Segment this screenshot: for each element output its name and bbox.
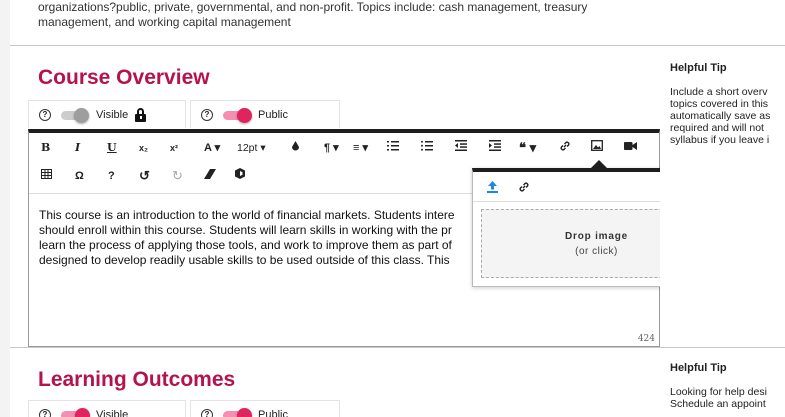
help-icon[interactable]: ? <box>201 108 213 121</box>
course-overview-title: Course Overview <box>38 66 210 89</box>
section-divider <box>10 347 660 348</box>
public-toggle-group: ? Public <box>190 400 340 417</box>
helpful-tip-title: Helpful Tip <box>670 62 727 74</box>
unordered-list-icon[interactable] <box>421 140 433 156</box>
learning-outcomes-title: Learning Outcomes <box>38 368 236 391</box>
public-label: Public <box>258 408 288 417</box>
public-toggle-group: ? Public <box>190 100 340 128</box>
public-toggle[interactable] <box>223 107 253 123</box>
italic-button[interactable]: I <box>75 140 80 156</box>
clear-formatting-icon[interactable] <box>204 168 216 184</box>
table-icon[interactable] <box>41 168 52 184</box>
help-icon[interactable]: ? <box>39 108 51 121</box>
character-count: 424 <box>637 334 655 344</box>
lock-icon <box>135 107 147 122</box>
underline-button[interactable]: U <box>107 140 117 156</box>
undo-icon[interactable]: ↺ <box>139 168 150 184</box>
paragraph-format-button[interactable]: ¶ ▾ <box>324 140 339 156</box>
upload-icon[interactable] <box>487 180 498 198</box>
sidebar-divider <box>660 347 785 348</box>
popup-arrow <box>591 160 607 168</box>
font-color-button[interactable]: A ▾ <box>204 140 220 156</box>
superscript-button[interactable]: x² <box>170 140 178 156</box>
bold-button[interactable]: B <box>41 140 50 156</box>
visible-toggle[interactable] <box>61 107 91 123</box>
section-divider <box>10 45 660 46</box>
visibility-toggle-group: ? Visible <box>28 400 186 417</box>
font-size-select[interactable]: 12pt ▾ <box>237 140 266 156</box>
quote-button[interactable]: ❝ ▾ <box>519 140 536 156</box>
syllabus-editor-page: organizations?public, private, governmen… <box>0 0 785 417</box>
public-label: Public <box>258 108 288 121</box>
outdent-icon[interactable] <box>455 140 467 156</box>
editor-toolbar-row-1: B I U x₂ x² A ▾ 12pt ▾ ¶ ▾ ≡ ▾ ❝ ▾ <box>29 135 659 161</box>
helpful-tip-text: Include a short overv topics covered in … <box>670 86 771 146</box>
helpful-tip-title: Helpful Tip <box>670 362 727 374</box>
align-button[interactable]: ≡ ▾ <box>353 140 368 156</box>
indent-icon[interactable] <box>489 140 501 156</box>
previous-section-description: organizations?public, private, governmen… <box>38 0 588 29</box>
visibility-toggle-group: ? Visible <box>28 100 186 128</box>
help-icon[interactable]: ? <box>201 408 213 417</box>
helpful-tip-text: Looking for help desi Schedule an appoin… <box>670 386 767 410</box>
link-icon[interactable] <box>559 140 571 156</box>
special-characters-icon[interactable]: Ω <box>75 168 84 184</box>
image-icon[interactable] <box>591 140 603 156</box>
video-icon[interactable] <box>624 140 637 156</box>
sidebar-divider <box>660 45 785 46</box>
visible-toggle[interactable] <box>61 407 91 417</box>
source-code-icon[interactable] <box>235 168 245 184</box>
help-icon[interactable]: ? <box>39 408 51 417</box>
help-button[interactable]: ? <box>108 168 115 184</box>
helpful-tips-sidebar: Helpful Tip Include a short overv topics… <box>660 0 785 417</box>
subscript-button[interactable]: x₂ <box>139 140 148 156</box>
visible-label: Visible <box>96 408 129 417</box>
visible-label: Visible <box>96 108 129 121</box>
highlight-icon[interactable] <box>291 140 300 156</box>
ordered-list-icon[interactable] <box>387 140 399 156</box>
redo-icon[interactable]: ↻ <box>172 168 183 184</box>
link-icon[interactable] <box>518 180 530 198</box>
public-toggle[interactable] <box>223 407 253 417</box>
